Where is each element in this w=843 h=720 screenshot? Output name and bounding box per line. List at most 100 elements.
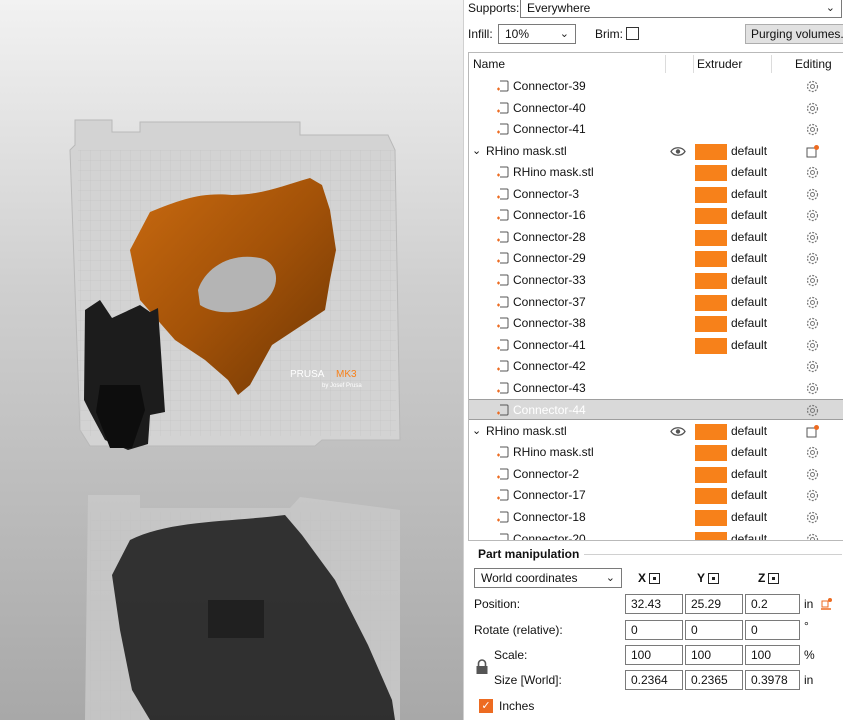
eye-icon[interactable] <box>670 146 686 157</box>
rotate-z-field[interactable]: 0 <box>745 620 800 640</box>
part-row[interactable]: Connector-38 default <box>469 313 843 334</box>
extruder-value[interactable]: default <box>731 316 767 330</box>
inches-checkbox[interactable]: ✓ <box>479 699 493 713</box>
object-settings-icon[interactable] <box>805 144 820 159</box>
part-row[interactable]: Connector-3 default <box>469 184 843 205</box>
lock-icon[interactable] <box>475 659 489 675</box>
scale-y-field[interactable]: 100 <box>685 645 743 665</box>
position-z-field[interactable]: 0.2 <box>745 594 800 614</box>
extruder-value[interactable]: default <box>731 165 767 179</box>
scale-z-field[interactable]: 100 <box>745 645 800 665</box>
supports-dropdown[interactable]: Everywhere ⌄ <box>520 0 842 18</box>
extruder-value[interactable]: default <box>731 488 767 502</box>
object-row[interactable]: ⌄ RHino mask.stl default <box>469 421 843 442</box>
brim-checkbox[interactable] <box>626 27 639 40</box>
extruder-value[interactable]: default <box>731 187 767 201</box>
part-row[interactable]: RHino mask.stl default <box>469 162 843 183</box>
extruder-value[interactable]: default <box>731 445 767 459</box>
gear-icon[interactable] <box>805 532 820 541</box>
rotate-y-field[interactable]: 0 <box>685 620 743 640</box>
part-name: Connector-41 <box>513 122 586 136</box>
part-icon <box>497 317 509 329</box>
part-row[interactable]: Connector-37 default <box>469 292 843 313</box>
part-row[interactable]: Connector-41 <box>469 119 843 140</box>
part-row[interactable]: Connector-17 default <box>469 485 843 506</box>
gear-icon[interactable] <box>805 381 820 396</box>
gear-icon[interactable] <box>805 316 820 331</box>
purging-volumes-button[interactable]: Purging volumes.. <box>745 24 843 44</box>
chevron-down-icon[interactable]: ⌄ <box>472 144 481 157</box>
object-row[interactable]: ⌄ RHino mask.stl default <box>469 141 843 162</box>
part-name: Connector-40 <box>513 101 586 115</box>
extruder-value[interactable]: default <box>731 424 767 438</box>
part-row[interactable]: Connector-2 default <box>469 464 843 485</box>
part-row[interactable]: Connector-42 <box>469 356 843 377</box>
part-name: Connector-37 <box>513 295 586 309</box>
gear-icon[interactable] <box>805 510 820 525</box>
extruder-value[interactable]: default <box>731 532 767 540</box>
extruder-value[interactable]: default <box>731 208 767 222</box>
gear-icon[interactable] <box>805 295 820 310</box>
column-editing-header[interactable]: Editing <box>795 53 832 75</box>
gear-icon[interactable] <box>805 403 820 418</box>
rotate-x-field[interactable]: 0 <box>625 620 683 640</box>
gear-icon[interactable] <box>805 273 820 288</box>
extruder-value[interactable]: default <box>731 510 767 524</box>
infill-dropdown[interactable]: 10% ⌄ <box>498 24 576 44</box>
chevron-down-icon[interactable]: ⌄ <box>472 424 481 437</box>
part-row[interactable]: Connector-20 default <box>469 529 843 541</box>
column-extruder-header[interactable]: Extruder <box>697 53 742 75</box>
gear-icon[interactable] <box>805 101 820 116</box>
part-row[interactable]: RHino mask.stl default <box>469 442 843 463</box>
column-name-header[interactable]: Name <box>473 53 505 75</box>
gear-icon[interactable] <box>805 208 820 223</box>
part-row[interactable]: Connector-41 default <box>469 335 843 356</box>
gear-icon[interactable] <box>805 338 820 353</box>
gear-icon[interactable] <box>805 187 820 202</box>
position-x-field[interactable]: 32.43 <box>625 594 683 614</box>
part-row[interactable]: Connector-44 <box>469 399 843 420</box>
drop-to-bed-icon[interactable] <box>819 597 833 611</box>
bed-logo-accent: MK3 <box>336 369 357 380</box>
scale-label: Scale: <box>494 648 528 662</box>
supports-value: Everywhere <box>527 1 591 15</box>
extruder-value[interactable]: default <box>731 144 767 158</box>
part-icon <box>497 252 509 264</box>
size-x-field[interactable]: 0.2364 <box>625 670 683 690</box>
gear-icon[interactable] <box>805 359 820 374</box>
extruder-value[interactable]: default <box>731 467 767 481</box>
part-row[interactable]: Connector-18 default <box>469 507 843 528</box>
position-y-field[interactable]: 25.29 <box>685 594 743 614</box>
scale-x-field[interactable]: 100 <box>625 645 683 665</box>
object-settings-icon[interactable] <box>805 424 820 439</box>
gear-icon[interactable] <box>805 122 820 137</box>
extruder-value[interactable]: default <box>731 230 767 244</box>
part-row[interactable]: Connector-43 <box>469 378 843 399</box>
extruder-value[interactable]: default <box>731 251 767 265</box>
extruder-value[interactable]: default <box>731 273 767 287</box>
part-row[interactable]: Connector-33 default <box>469 270 843 291</box>
part-row[interactable]: Connector-29 default <box>469 248 843 269</box>
size-y-field[interactable]: 0.2365 <box>685 670 743 690</box>
gear-icon[interactable] <box>805 79 820 94</box>
gear-icon[interactable] <box>805 467 820 482</box>
coordinate-system-dropdown[interactable]: World coordinates ⌄ <box>474 568 622 588</box>
part-name: Connector-39 <box>513 79 586 93</box>
extruder-value[interactable]: default <box>731 338 767 352</box>
gear-icon[interactable] <box>805 251 820 266</box>
part-row[interactable]: Connector-40 <box>469 98 843 119</box>
object-list[interactable]: Name Extruder Editing Connector-39 Connec… <box>468 52 843 541</box>
part-row[interactable]: Connector-28 default <box>469 227 843 248</box>
part-row[interactable]: Connector-16 default <box>469 205 843 226</box>
part-row[interactable]: Connector-39 <box>469 76 843 97</box>
gear-icon[interactable] <box>805 165 820 180</box>
gear-icon[interactable] <box>805 488 820 503</box>
eye-icon[interactable] <box>670 426 686 437</box>
extruder-value[interactable]: default <box>731 295 767 309</box>
inches-label: Inches <box>499 699 535 713</box>
extruder-color-swatch <box>695 316 727 332</box>
gear-icon[interactable] <box>805 445 820 460</box>
gear-icon[interactable] <box>805 230 820 245</box>
3d-viewport[interactable]: PRUSA MK3 by Josef Prusa <box>0 0 463 720</box>
size-z-field[interactable]: 0.3978 <box>745 670 800 690</box>
